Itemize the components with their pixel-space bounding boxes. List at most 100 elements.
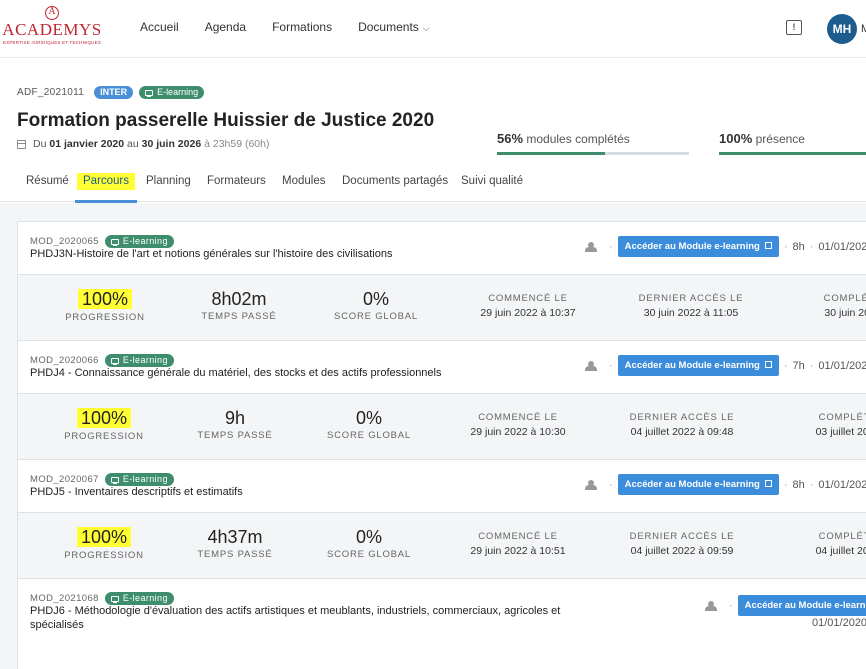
academys-logo[interactable]: A ACADEMYS EXPERTISE JURIDIQUES ET TECHN…	[2, 6, 102, 52]
date-prefix: Du	[33, 138, 47, 150]
badge-elearning-label: E-learning	[157, 87, 199, 97]
module-card: MOD_2020065 E-learning PHDJ3N-Histoire de…	[17, 221, 866, 341]
module-header: MOD_2020067 E-learning PHDJ5 - Inventaire…	[18, 460, 866, 512]
chevron-down-icon: ⌵	[422, 23, 430, 33]
formation-ref: ADF_2021011	[17, 87, 85, 98]
started-value: 29 juin 2022 à 10:30	[470, 426, 566, 438]
module-header: MOD_2020066 E-learning PHDJ4 - Connaissan…	[18, 341, 866, 393]
module-date: 01/01/2020	[812, 617, 866, 629]
score-label: SCORE GLOBAL	[326, 430, 412, 441]
users-icon	[704, 601, 718, 611]
module-stats: 100% PROGRESSION 8h02m TEMPS PASSÉ 0% SCORE…	[18, 274, 866, 340]
stat-modules-fill	[497, 152, 605, 155]
main-nav: Accueil Agenda Formations Documents ⌵	[140, 20, 456, 34]
module-duration: 7h	[792, 359, 805, 372]
started-value: 29 juin 2022 à 10:51	[470, 545, 566, 557]
time-spent-value: 8h02m	[211, 289, 267, 309]
access-module-button[interactable]: Accéder au Module e-learning	[617, 236, 779, 257]
nav-accueil[interactable]: Accueil	[140, 20, 179, 34]
tab-suivi-qualite[interactable]: Suivi qualité	[461, 175, 523, 187]
parcours-content: MOD_2020065 E-learning PHDJ3N-Histoire de…	[0, 203, 866, 669]
tab-planning[interactable]: Planning	[146, 175, 191, 187]
last-access-value: 04 juillet 2022 à 09:59	[630, 545, 734, 557]
external-link-icon	[764, 361, 772, 368]
progression-value: 100%	[76, 527, 132, 547]
module-duration: 8h	[792, 240, 805, 253]
time-spent-label: TEMPS PASSÉ	[201, 311, 277, 322]
started-label: COMMENCÉ LE	[478, 412, 558, 423]
badge-elearning: E-learning	[104, 235, 174, 248]
badge-inter: INTER	[94, 86, 134, 99]
started-value: 29 juin 2022 à 10:37	[480, 307, 576, 319]
module-header: MOD_2020065 E-learning PHDJ3N-Histoire de…	[18, 222, 866, 274]
nav-documents[interactable]: Documents ⌵	[358, 20, 430, 34]
stat-presence: 100% présence	[719, 131, 866, 155]
tab-resume[interactable]: Résumé	[26, 175, 69, 187]
completed-label: COMPLÉTÉ	[818, 412, 866, 423]
module-code: MOD_2021068	[30, 593, 99, 604]
completed-label: COMPLÉTÉ	[818, 531, 866, 542]
monitor-icon	[110, 476, 119, 484]
started-label: COMMENCÉ LE	[478, 531, 558, 542]
date-end: 30 juin 2026	[141, 138, 202, 150]
logo-name: ACADEMYS	[2, 20, 102, 39]
module-title-line-2: spécialisés	[30, 619, 84, 631]
nav-agenda[interactable]: Agenda	[205, 20, 246, 34]
module-title: PHDJ3N-Histoire de l'art et notions géné…	[30, 248, 393, 260]
module-title: PHDJ4 - Connaissance générale du matérie…	[30, 367, 442, 379]
completed-value: 03 juillet 2022	[815, 426, 866, 438]
page-title: Formation passerelle Huissier de Justice…	[17, 110, 435, 131]
logo-mark: A	[45, 6, 59, 20]
module-card: MOD_2021068 E-learning PHDJ6 - Méthodolog…	[17, 578, 866, 669]
date-mid: au	[127, 138, 139, 150]
message-alert-icon[interactable]: !	[786, 20, 802, 35]
module-title-line-1: PHDJ6 - Méthodologie d'évaluation des ac…	[30, 605, 561, 617]
completed-value: 04 juillet 2022	[815, 545, 866, 557]
tab-formateurs[interactable]: Formateurs	[207, 175, 266, 187]
module-card: MOD_2020066 E-learning PHDJ4 - Connaissan…	[17, 340, 866, 460]
score-value: 0%	[355, 408, 382, 428]
last-access-label: DERNIER ACCÈS LE	[638, 293, 744, 304]
tab-parcours[interactable]: Parcours	[77, 173, 136, 190]
progression-label: PROGRESSION	[65, 312, 145, 323]
time-spent-value: 9h	[224, 408, 246, 428]
module-date: 01/01/2020	[818, 240, 866, 253]
module-code: MOD_2020067	[30, 474, 99, 485]
access-module-label: Accéder au Module e-learning	[624, 479, 760, 490]
stat-modules-label: modules complétés	[526, 132, 630, 146]
module-code: MOD_2020066	[30, 355, 99, 366]
external-link-icon	[764, 480, 772, 487]
monitor-icon	[145, 89, 154, 97]
date-suffix: à 23h59 (60h)	[204, 138, 270, 150]
monitor-icon	[110, 238, 119, 246]
tab-modules[interactable]: Modules	[282, 175, 325, 187]
progression-value: 100%	[77, 289, 133, 309]
completed-label: COMPLÉTÉ	[823, 293, 866, 304]
stat-presence-label: présence	[755, 132, 805, 146]
access-module-button[interactable]: Accéder au Module e-learning	[617, 355, 779, 376]
time-spent-label: TEMPS PASSÉ	[197, 549, 273, 560]
user-name-trail[interactable]: M	[861, 23, 866, 35]
formation-dates: Du 01 janvier 2020 au 30 juin 2026 à 23h…	[17, 138, 269, 150]
module-title: PHDJ5 - Inventaires descriptifs et estim…	[30, 486, 243, 498]
badge-elearning-label: E-learning	[122, 474, 168, 484]
completed-value: 30 juin 2022	[824, 307, 866, 319]
score-value: 0%	[355, 527, 382, 547]
nav-formations[interactable]: Formations	[272, 20, 332, 34]
module-date: 01/01/2020	[818, 359, 866, 372]
calendar-icon	[17, 139, 26, 149]
started-label: COMMENCÉ LE	[488, 293, 568, 304]
access-module-button[interactable]: Accéder au Module e-learning	[617, 474, 779, 495]
user-avatar[interactable]: MH	[827, 14, 857, 44]
access-module-button[interactable]: Accéder au Module e-learning	[737, 595, 866, 616]
badge-elearning: E-learning	[104, 473, 174, 486]
module-header: MOD_2021068 E-learning PHDJ6 - Méthodolog…	[18, 579, 866, 649]
module-stats: 100% PROGRESSION 9h TEMPS PASSÉ 0% SCORE GL…	[18, 393, 866, 459]
badge-elearning: E-learning	[104, 592, 174, 605]
logo-tagline: EXPERTISE JURIDIQUES ET TECHNIQUES	[2, 40, 102, 45]
progression-value: 100%	[76, 408, 132, 428]
tab-documents-partages[interactable]: Documents partagés	[342, 175, 448, 187]
last-access-label: DERNIER ACCÈS LE	[629, 412, 735, 423]
last-access-value: 30 juin 2022 à 11:05	[643, 307, 739, 319]
progression-label: PROGRESSION	[64, 550, 144, 561]
